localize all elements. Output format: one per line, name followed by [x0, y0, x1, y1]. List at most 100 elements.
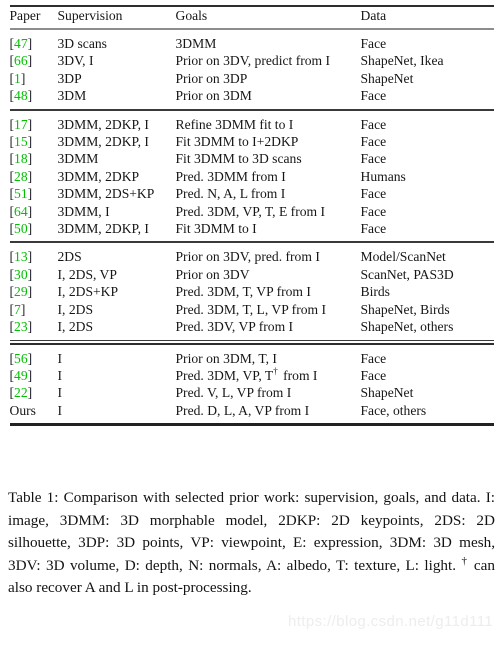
supervision-cell: I	[57, 402, 63, 418]
paper-cell: [51]	[10, 185, 58, 202]
data-cell: Face	[360, 186, 387, 202]
table-row: [50] 3DMM, 2DKP, I Fit 3DMM to I Face	[10, 220, 494, 237]
data-cell: ShapeNet	[360, 70, 414, 86]
data-cell: Face	[360, 151, 387, 167]
paper-cell: [56]	[10, 350, 58, 367]
table-row: [47] 3D scans 3DMM Face	[10, 35, 494, 52]
goals-cell: Pred. 3DM, T, VP from I	[175, 284, 311, 300]
table-row: [48] 3DM Prior on 3DM Face	[10, 87, 494, 104]
table-row: [28] 3DMM, 2DKP Pred. 3DMM from I Humans	[10, 168, 494, 185]
supervision-cell: I, 2DS	[57, 319, 94, 335]
table-row: [30] I, 2DS, VP Prior on 3DV ScanNet, PA…	[10, 266, 494, 283]
table-row: [49] I Pred. 3DM, VP, T† from I Face	[10, 367, 494, 384]
paper-cell: [48]	[10, 87, 58, 104]
goals-cell: Prior on 3DV, pred. from I	[175, 249, 320, 265]
table-figure: Paper Supervision Goals Data [47] 3D sca…	[0, 0, 503, 427]
data-cell: Face	[360, 367, 387, 383]
goals-cell: Pred. 3DMM from I	[175, 168, 286, 184]
data-cell: ShapeNet, Birds	[360, 301, 450, 317]
table-row-ours: Ours I Pred. D, L, A, VP from I Face, ot…	[10, 402, 494, 419]
supervision-cell: 3D scans	[57, 36, 107, 51]
paper-cell: [50]	[10, 220, 58, 237]
table-row: [29] I, 2DS+KP Pred. 3DM, T, VP from I B…	[10, 283, 494, 300]
table-row: [56] I Prior on 3DM, T, I Face	[10, 350, 494, 367]
column-header-paper: Paper	[9, 8, 41, 23]
citation-ref: [17]	[9, 116, 33, 132]
ours-label: Ours	[9, 402, 36, 418]
table-group-2: [17] 3DMM, 2DKP, I Refine 3DMM fit to I …	[10, 111, 494, 242]
paper-cell: [15]	[10, 133, 58, 150]
table-row: [1] 3DP Prior on 3DP ShapeNet	[10, 70, 494, 87]
data-cell: Birds	[360, 284, 390, 300]
data-cell: ShapeNet, Ikea	[360, 53, 444, 69]
watermark-url: https://blog.csdn.net/g11d111	[288, 613, 494, 630]
table-row: [15] 3DMM, 2DKP, I Fit 3DMM to I+2DKP Fa…	[10, 133, 494, 150]
paper-cell: [64]	[10, 203, 58, 220]
citation-ref: [29]	[9, 284, 33, 300]
citation-ref: [18]	[9, 151, 33, 167]
supervision-cell: I	[57, 385, 63, 401]
column-header-supervision: Supervision	[57, 8, 123, 23]
goals-cell: Prior on 3DM	[175, 88, 252, 104]
table-header: Paper Supervision Goals Data	[10, 7, 494, 28]
citation-ref: [23]	[9, 319, 33, 335]
goals-cell: Pred. 3DM, T, L, VP from I	[175, 301, 327, 317]
data-cell: Face	[360, 350, 387, 366]
goals-cell: Pred. 3DM, VP, T† from I	[176, 367, 361, 384]
data-cell: Model/ScanNet	[360, 249, 446, 265]
table-group-1: [47] 3D scans 3DMM Face [66] 3DV, I Prio…	[10, 30, 494, 109]
citation-ref: [1]	[9, 70, 26, 86]
paper-cell: [17]	[10, 116, 58, 133]
citation-ref: [13]	[9, 249, 33, 265]
supervision-cell: 3DMM, 2DKP, I	[57, 134, 149, 150]
citation-ref: [7]	[9, 301, 26, 317]
table-row: [17] 3DMM, 2DKP, I Refine 3DMM fit to I …	[10, 116, 494, 133]
data-cell: Face	[360, 134, 387, 150]
data-cell: Face, others	[360, 402, 427, 418]
citation-ref: [28]	[9, 168, 33, 184]
caption-text-main: Table 1: Comparison with selected prior …	[8, 489, 495, 574]
data-cell: Face	[360, 221, 387, 237]
supervision-cell: I	[57, 367, 63, 383]
citation-ref: [66]	[9, 53, 33, 69]
data-cell: ShapeNet	[360, 385, 414, 401]
paper-cell: [22]	[10, 384, 58, 401]
table-row: [13] 2DS Prior on 3DV, pred. from I Mode…	[10, 248, 494, 265]
citation-ref: [22]	[9, 385, 33, 401]
goals-cell: Fit 3DMM to I+2DKP	[175, 134, 299, 150]
table-row: [23] I, 2DS Pred. 3DV, VP from I ShapeNe…	[10, 318, 494, 335]
supervision-cell: 3DP	[57, 70, 82, 86]
citation-ref: [47]	[9, 36, 33, 51]
table-group-4: [56] I Prior on 3DM, T, I Face [49] I Pr…	[10, 345, 494, 424]
goals-cell: Pred. 3DV, VP from I	[175, 319, 294, 335]
supervision-cell: 3DMM, 2DS+KP	[57, 186, 155, 202]
table-row: [7] I, 2DS Pred. 3DM, T, L, VP from I Sh…	[10, 301, 494, 318]
data-cell: Humans	[360, 168, 406, 184]
goals-text-post: from I	[279, 367, 318, 383]
table-row: [64] 3DMM, I Pred. 3DM, VP, T, E from I …	[10, 203, 494, 220]
data-cell: ScanNet, PAS3D	[360, 266, 454, 282]
goals-cell: Prior on 3DV, predict from I	[175, 53, 331, 69]
caption-dagger-symbol: †	[461, 554, 469, 567]
supervision-cell: 3DMM, 2DKP, I	[57, 221, 149, 237]
citation-ref: [56]	[9, 350, 33, 366]
table-row: [51] 3DMM, 2DS+KP Pred. N, A, L from I F…	[10, 185, 494, 202]
paper-cell: Ours	[10, 402, 58, 419]
paper-cell: [66]	[10, 52, 58, 69]
paper-cell: [7]	[10, 301, 58, 318]
data-cell: ShapeNet, others	[360, 319, 454, 335]
supervision-cell: I, 2DS+KP	[57, 284, 119, 300]
supervision-cell: 3DM	[57, 88, 87, 104]
citation-ref: [49]	[9, 367, 33, 383]
paper-cell: [29]	[10, 283, 58, 300]
supervision-cell: 3DMM, I	[57, 203, 110, 219]
goals-cell: Pred. 3DM, VP, T, E from I	[175, 203, 326, 219]
supervision-cell: 3DMM	[57, 151, 99, 167]
supervision-cell: 3DV, I	[57, 53, 94, 69]
citation-ref: [30]	[9, 266, 33, 282]
table-row: [66] 3DV, I Prior on 3DV, predict from I…	[10, 52, 494, 69]
paper-cell: [13]	[10, 248, 58, 265]
citation-ref: [50]	[9, 221, 33, 237]
goals-cell: Prior on 3DV	[175, 266, 250, 282]
data-cell: Face	[360, 36, 387, 51]
